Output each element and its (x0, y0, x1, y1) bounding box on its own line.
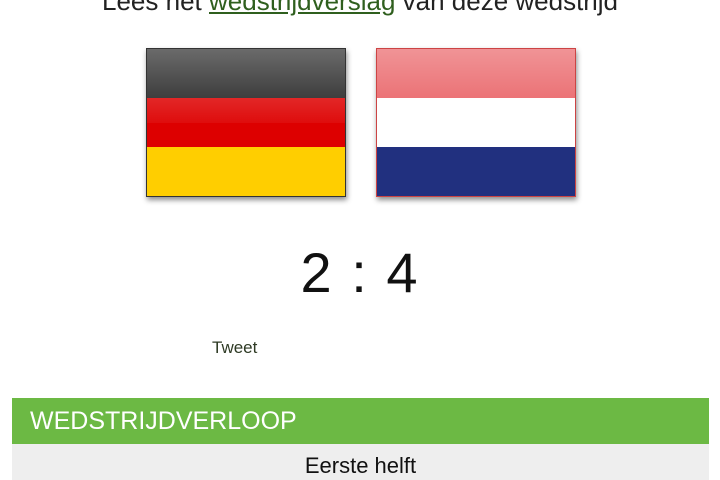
section-header: WEDSTRIJDVERLOOP (12, 398, 709, 444)
tweet-button[interactable]: Tweet (212, 338, 257, 358)
score-separator: : (351, 241, 369, 304)
netherlands-flag-icon (376, 48, 576, 197)
flag-stripe-red (147, 97, 345, 148)
germany-flag-icon (146, 48, 346, 197)
match-score: 2 : 4 (0, 240, 720, 306)
flag-stripe-blue (377, 146, 575, 196)
flag-stripe-black (147, 49, 345, 99)
match-page: Lees het wedstrijdverslag van deze wedst… (0, 0, 720, 480)
home-score: 2 (300, 241, 334, 304)
away-score: 4 (386, 241, 420, 304)
first-half-row: Eerste helft (12, 444, 709, 480)
flag-stripe-red (377, 49, 575, 99)
flag-stripe-gold (147, 146, 345, 196)
match-report-link[interactable]: wedstrijdverslag (209, 0, 395, 16)
section-title: WEDSTRIJDVERLOOP (30, 407, 297, 435)
first-half-label: Eerste helft (304, 453, 417, 478)
report-line: Lees het wedstrijdverslag van deze wedst… (0, 0, 720, 18)
report-prefix: Lees het (102, 0, 202, 16)
flag-stripe-white (377, 97, 575, 148)
report-suffix: van deze wedstrijd (402, 0, 618, 16)
